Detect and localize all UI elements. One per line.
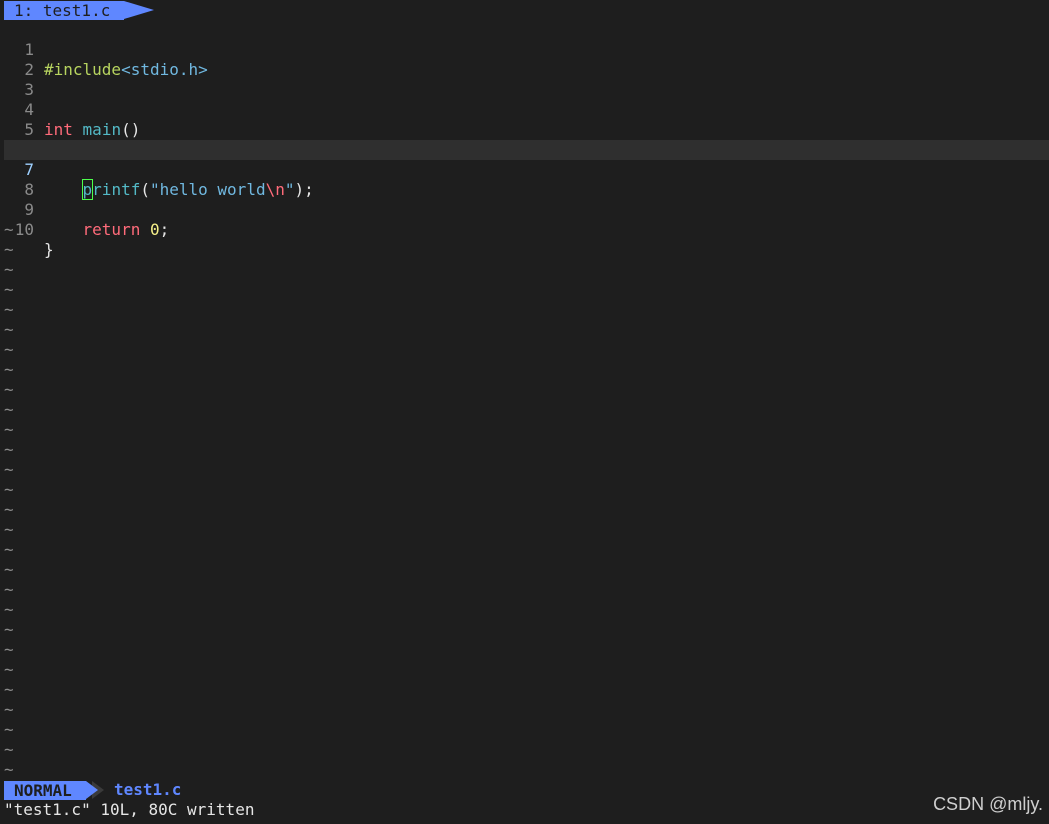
empty-line-marker: ~ <box>4 600 14 619</box>
code-line[interactable]: 2 <box>4 40 1049 79</box>
code-line[interactable]: 5 { <box>4 100 1049 159</box>
empty-line-marker: ~ <box>4 440 14 459</box>
empty-line-marker: ~ <box>4 460 14 479</box>
empty-line-marker: ~ <box>4 720 14 739</box>
empty-line-marker: ~ <box>4 560 14 579</box>
empty-line-marker: ~ <box>4 580 14 599</box>
empty-line-marker: ~ <box>4 260 14 279</box>
mode-arrow-icon <box>86 781 98 799</box>
mode-indicator: NORMAL <box>4 781 86 800</box>
empty-line-marker: ~ <box>4 520 14 539</box>
empty-line-marker: ~ <box>4 380 14 399</box>
code-line[interactable]: 4 int main() <box>4 80 1049 139</box>
empty-line-marker: ~ <box>4 760 14 779</box>
empty-line-marker: ~ <box>4 480 14 499</box>
command-line-message[interactable]: "test1.c" 10L, 80C written <box>4 800 254 820</box>
empty-line-marker: ~ <box>4 620 14 639</box>
empty-line-marker: ~ <box>4 640 14 659</box>
empty-line-marker: ~ <box>4 320 14 339</box>
empty-line-marker: ~ <box>4 700 14 719</box>
code-text[interactable]: } <box>44 240 54 260</box>
code-line[interactable]: 3 <box>4 60 1049 99</box>
empty-line-marker: ~ <box>4 360 14 379</box>
watermark: CSDN @mljy. <box>933 794 1043 814</box>
keyword-return: return <box>82 220 141 239</box>
code-line-current[interactable]: 7 printf("hello world\n"); <box>4 140 1049 200</box>
vim-window[interactable]: 1: test1.c 1 #include<stdio.h> 2 3 4 int… <box>4 0 1049 821</box>
statusline-filename: test1.c <box>114 780 182 799</box>
code-line[interactable]: 1 #include<stdio.h> <box>4 20 1049 79</box>
empty-line-marker: ~ <box>4 680 14 699</box>
empty-line-marker: ~ <box>4 340 14 359</box>
empty-line-marker: ~ <box>4 400 14 419</box>
number-literal: 0 <box>149 220 160 239</box>
tab-test1c[interactable]: 1: test1.c <box>4 1 124 20</box>
code-line[interactable]: 10 } <box>4 200 1049 259</box>
empty-line-marker: ~ <box>4 300 14 319</box>
code-line[interactable]: 9 return 0; <box>4 180 1049 239</box>
empty-line-marker: ~ <box>4 220 14 239</box>
empty-line-marker: ~ <box>4 500 14 519</box>
code-line[interactable]: 6 <box>4 120 1049 159</box>
empty-line-marker: ~ <box>4 660 14 679</box>
code-text[interactable]: return 0; <box>44 220 170 240</box>
tab-arrow-icon <box>124 1 154 19</box>
empty-line-marker: ~ <box>4 420 14 439</box>
empty-line-marker: ~ <box>4 240 14 259</box>
empty-line-marker: ~ <box>4 280 14 299</box>
empty-line-marker: ~ <box>4 740 14 759</box>
statusline: NORMAL test1.c <box>4 780 1049 800</box>
tabline: 1: test1.c <box>4 0 1049 20</box>
code-line[interactable]: 8 <box>4 160 1049 199</box>
empty-line-marker: ~ <box>4 540 14 559</box>
